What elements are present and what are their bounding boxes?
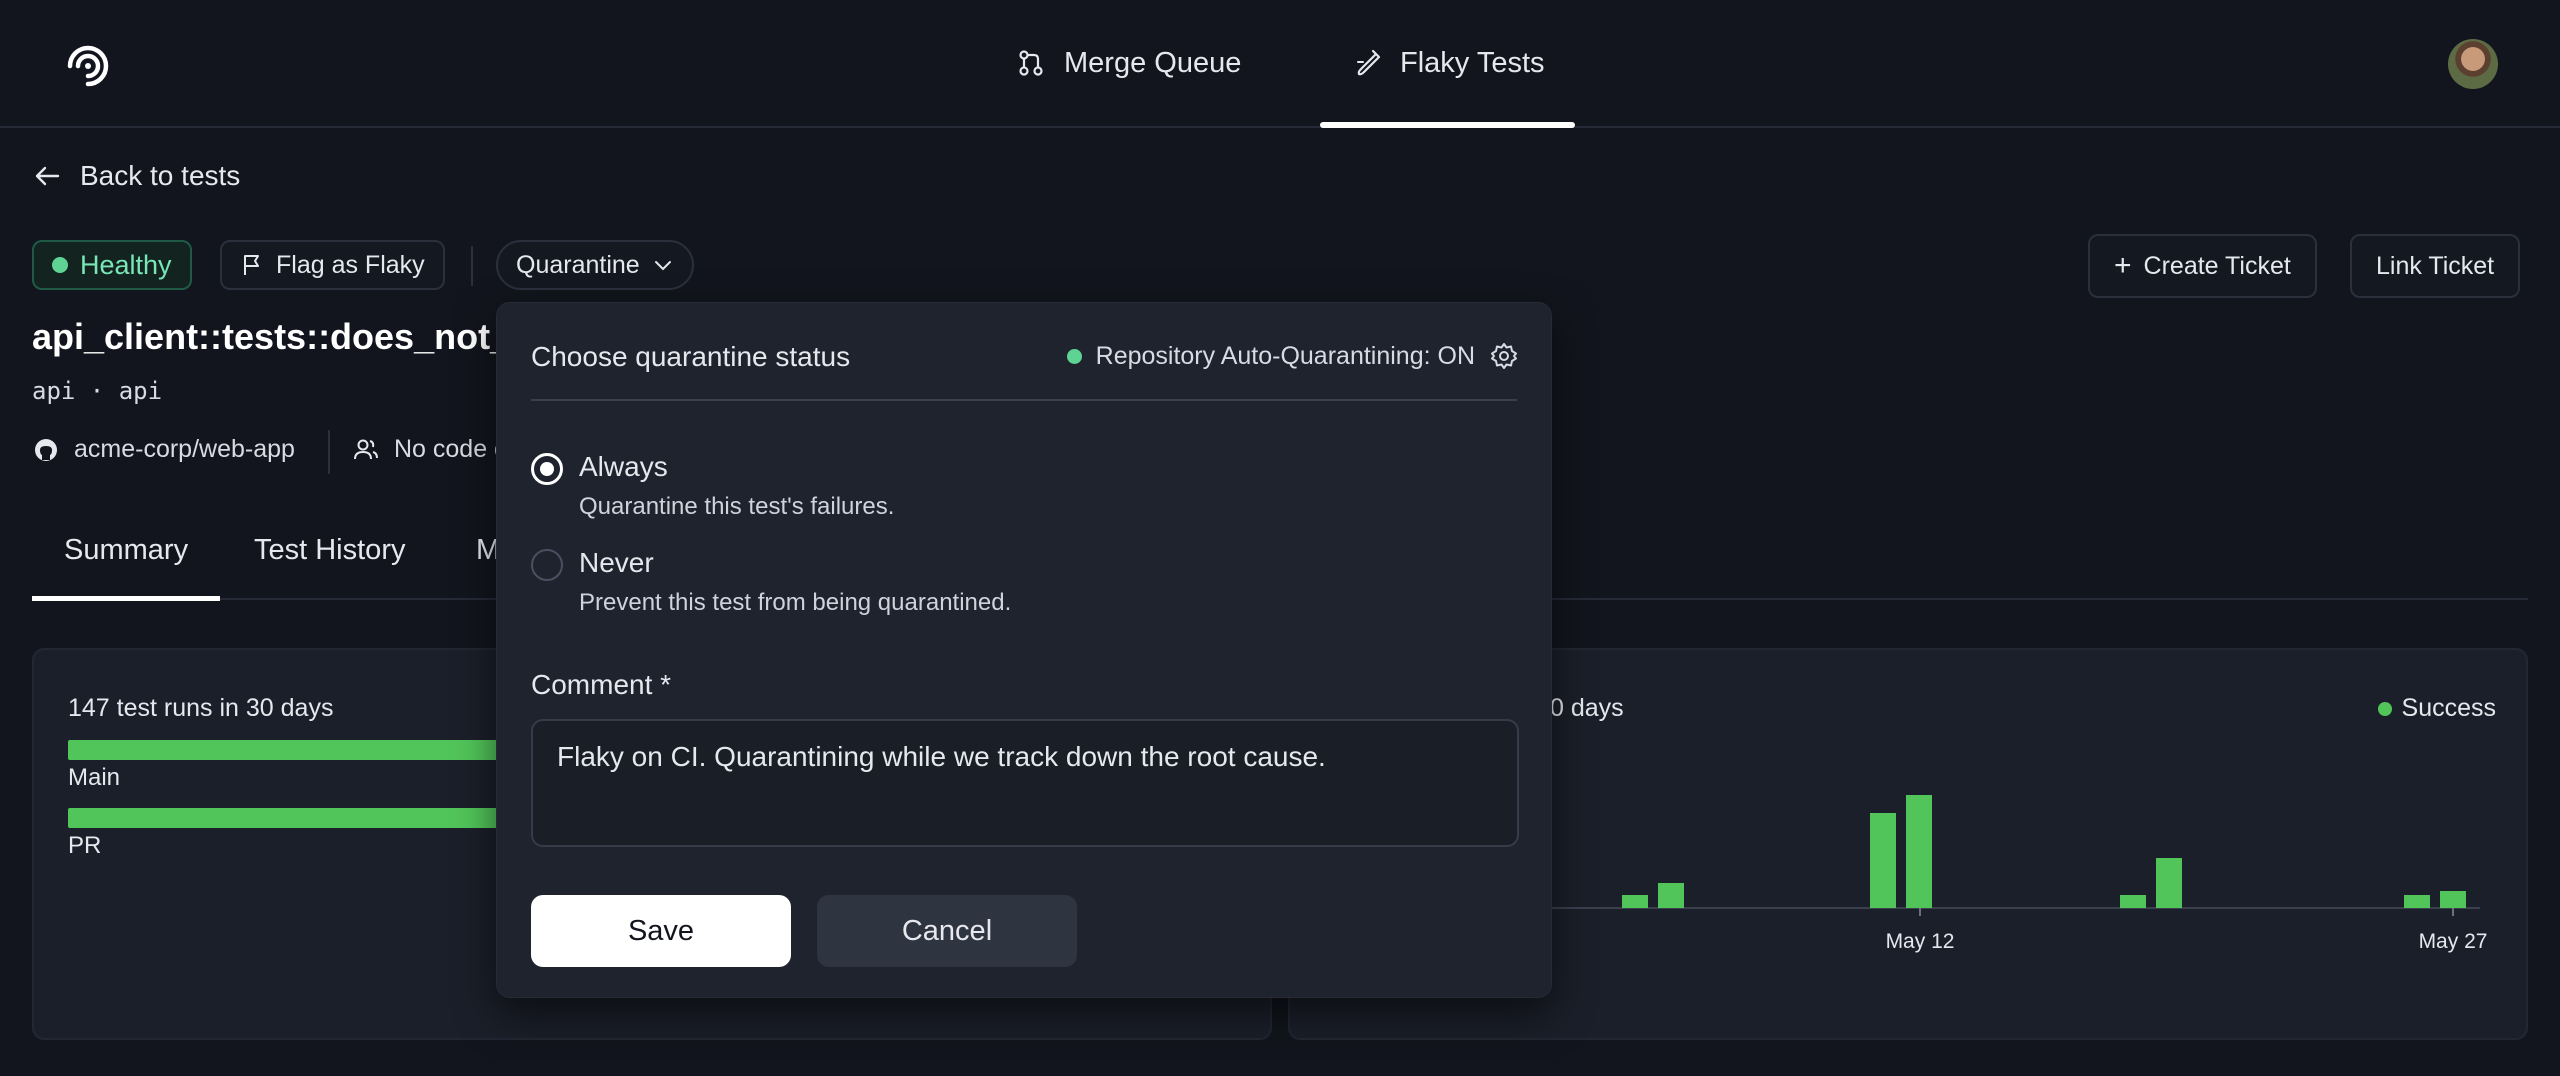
code-owners: No code o	[352, 435, 508, 464]
quarantine-dropdown[interactable]: Quarantine	[496, 240, 694, 290]
main-label: Main	[68, 764, 121, 791]
radio-never[interactable]	[531, 549, 563, 581]
merge-icon	[1019, 50, 1043, 76]
x-tick-label: May 12	[1886, 930, 1955, 953]
chart-bar	[1906, 795, 1932, 908]
top-nav: Merge Queue Flaky Tests	[0, 0, 2560, 128]
chevron-down-icon	[654, 261, 671, 271]
test-tube-icon	[1357, 49, 1381, 76]
back-to-tests-link[interactable]: Back to tests	[32, 160, 240, 192]
nav-tab-label: Merge Queue	[1064, 46, 1242, 79]
logo-icon[interactable]	[60, 36, 116, 92]
divider	[531, 399, 1517, 401]
save-button[interactable]: Save	[531, 895, 791, 967]
main-bar	[68, 740, 568, 760]
chart-bar	[1622, 895, 1648, 908]
flag-icon	[244, 255, 259, 275]
comment-label: Comment *	[531, 669, 672, 700]
cancel-button[interactable]: Cancel	[817, 895, 1077, 967]
gear-icon[interactable]	[1489, 341, 1519, 371]
auto-quarantine-label: Repository Auto-Quarantining: ON	[1095, 341, 1475, 370]
link-ticket-label: Link Ticket	[2376, 251, 2495, 280]
page-title: api_client::tests::does_not_	[32, 316, 502, 357]
option-desc: Quarantine this test's failures.	[579, 493, 895, 520]
repo-name: acme-corp/web-app	[74, 435, 295, 463]
quarantine-label: Quarantine	[516, 250, 640, 279]
chart-bar	[2156, 858, 2182, 908]
popover-title: Choose quarantine status	[531, 341, 851, 372]
nav-tab-label: Flaky Tests	[1400, 46, 1545, 79]
option-title: Never	[579, 547, 654, 578]
tab-test-history[interactable]: Test History	[254, 534, 405, 567]
healthy-badge: Healthy	[32, 240, 192, 290]
auto-quarantine-status: Repository Auto-Quarantining: ON	[1066, 341, 1519, 371]
flag-as-flaky-button[interactable]: Flag as Flaky	[220, 240, 445, 290]
x-tick-label: May 27	[2419, 930, 2488, 953]
chart-bar	[2404, 895, 2430, 908]
status-dot	[52, 257, 68, 273]
divider	[328, 430, 330, 474]
test-subtitle: api · api	[32, 377, 163, 405]
tab-summary[interactable]: Summary	[31, 534, 221, 601]
repo-link[interactable]: acme-corp/web-app	[32, 435, 295, 464]
option-desc: Prevent this test from being quarantined…	[579, 589, 1012, 616]
create-ticket-label: Create Ticket	[2143, 251, 2291, 280]
chart-bar	[1870, 813, 1896, 908]
chart-bar	[2120, 895, 2146, 908]
avatar[interactable]	[2448, 39, 2498, 89]
create-ticket-button[interactable]: + Create Ticket	[2088, 234, 2317, 298]
divider	[471, 246, 473, 286]
status-dot	[1066, 348, 1082, 364]
nav-tab-merge-queue[interactable]: Merge Queue	[1016, 0, 1241, 126]
flag-label: Flag as Flaky	[276, 250, 425, 279]
option-always[interactable]: Always Quarantine this test's failures.	[531, 451, 894, 521]
link-ticket-button[interactable]: Link Ticket	[2350, 234, 2521, 298]
pr-bar	[68, 808, 568, 828]
runs-label: 147 test runs in 30 days	[68, 694, 334, 722]
arrow-left-icon	[35, 166, 60, 186]
back-label: Back to tests	[80, 160, 241, 191]
github-icon	[35, 438, 57, 461]
comment-field[interactable]: Flaky on CI. Quarantining while we track…	[531, 719, 1519, 847]
option-never[interactable]: Never Prevent this test from being quara…	[531, 547, 1011, 617]
chart-bar	[1658, 883, 1684, 908]
healthy-label: Healthy	[80, 249, 172, 280]
users-icon	[354, 439, 378, 459]
code-owners-label: No code o	[394, 435, 508, 463]
plus-icon: +	[2114, 249, 2132, 282]
pr-label: PR	[68, 832, 102, 859]
quarantine-popover: Choose quarantine status Repository Auto…	[496, 302, 1552, 998]
nav-tab-flaky-tests[interactable]: Flaky Tests	[1320, 0, 1575, 128]
option-title: Always	[579, 451, 668, 482]
radio-always[interactable]	[531, 453, 563, 485]
chart-bar	[2440, 891, 2466, 908]
